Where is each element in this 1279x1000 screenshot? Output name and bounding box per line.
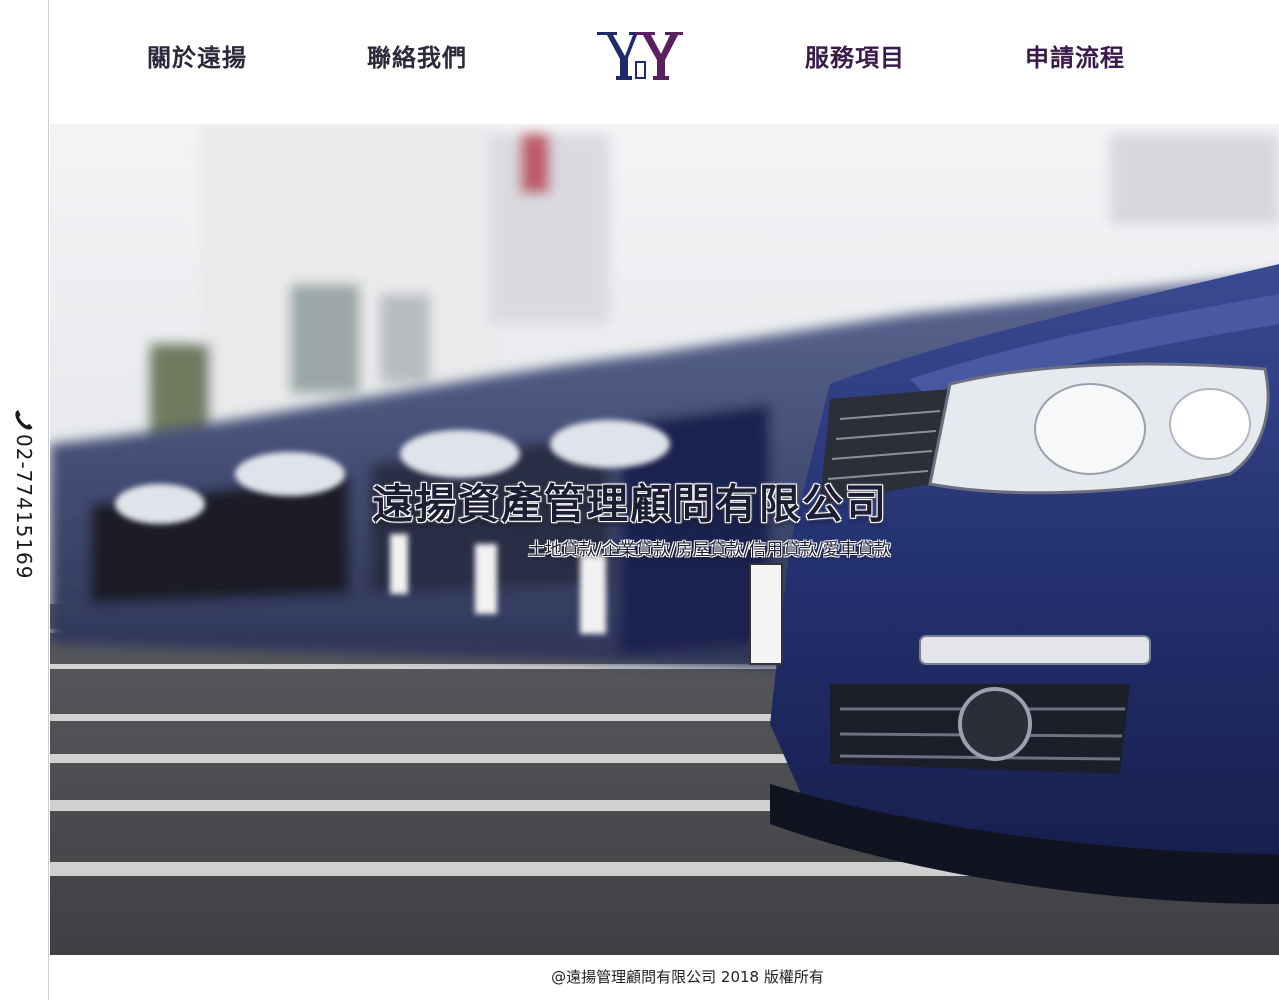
- hero-banner: 遠揚資產管理顧問有限公司 土地貸款/企業貸款/房屋貸款/信用貸款/愛車貸款: [50, 124, 1279, 955]
- phone-number[interactable]: 02-77415169: [12, 434, 36, 579]
- logo[interactable]: [595, 28, 685, 84]
- phone-icon: [15, 410, 33, 430]
- side-rail: 02-77415169: [0, 0, 49, 1000]
- side-phone[interactable]: 02-77415169: [8, 408, 40, 608]
- hero-title: 遠揚資產管理顧問有限公司: [372, 480, 888, 528]
- nav-process[interactable]: 申請流程: [1025, 40, 1125, 76]
- hero-subtitle: 土地貸款/企業貸款/房屋貸款/信用貸款/愛車貸款: [528, 540, 891, 560]
- nav-about[interactable]: 關於遠揚: [147, 40, 247, 76]
- nav-contact[interactable]: 聯絡我們: [367, 40, 467, 76]
- copyright-text: @遠揚管理顧問有限公司 2018 版權所有: [551, 968, 824, 986]
- site-header: 關於遠揚 聯絡我們 服務項目 申請流程: [50, 0, 1279, 124]
- nav-services[interactable]: 服務項目: [805, 40, 905, 76]
- footer: @遠揚管理顧問有限公司 2018 版權所有: [50, 955, 1279, 1000]
